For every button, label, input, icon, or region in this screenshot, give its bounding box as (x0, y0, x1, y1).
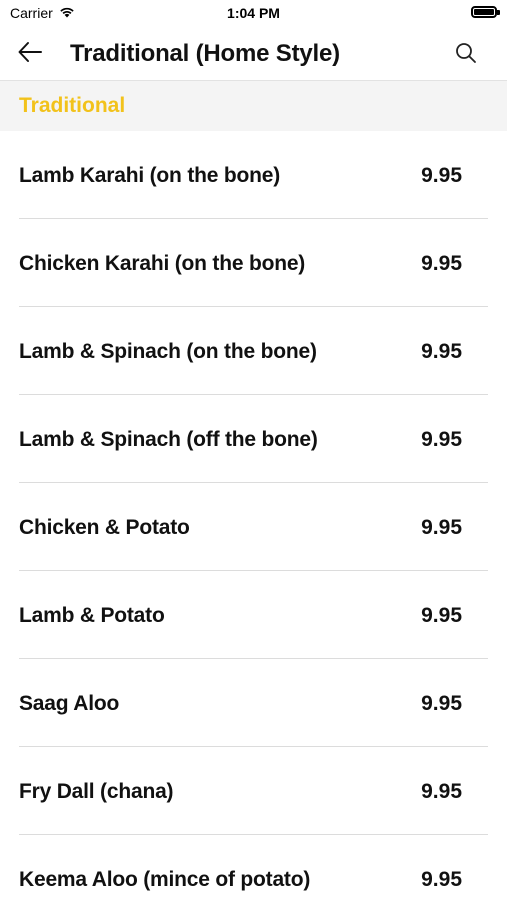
menu-list: Lamb Karahi (on the bone) 9.95 Chicken K… (0, 131, 507, 923)
menu-item-row[interactable]: Chicken Karahi (on the bone) 9.95 (19, 219, 488, 307)
menu-item-name: Lamb & Potato (19, 604, 165, 627)
menu-item-name: Chicken Karahi (on the bone) (19, 252, 306, 275)
menu-item-price: 9.95 (421, 516, 462, 539)
menu-item-name: Lamb Karahi (on the bone) (19, 164, 281, 187)
menu-item-name: Chicken & Potato (19, 516, 190, 539)
status-bar: Carrier 1:04 PM (0, 0, 507, 28)
menu-item-row[interactable]: Lamb & Spinach (on the bone) 9.95 (19, 307, 488, 395)
section-title: Traditional (19, 94, 126, 117)
menu-item-name: Saag Aloo (19, 692, 120, 715)
menu-item-price: 9.95 (421, 692, 462, 715)
back-button[interactable] (12, 38, 48, 70)
menu-item-row[interactable]: Saag Aloo 9.95 (19, 659, 488, 747)
battery-icon (471, 6, 500, 18)
menu-item-name: Fry Dall (chana) (19, 780, 174, 803)
navigation-bar: Traditional (Home Style) (0, 28, 507, 81)
page-title: Traditional (Home Style) (70, 40, 340, 67)
arrow-left-icon (17, 41, 43, 68)
menu-item-name: Lamb & Spinach (off the bone) (19, 428, 318, 451)
menu-item-row[interactable]: Fry Dall (chana) 9.95 (19, 747, 488, 835)
status-time: 1:04 PM (227, 5, 280, 21)
menu-item-row[interactable]: Chicken & Potato 9.95 (19, 483, 488, 571)
menu-item-price: 9.95 (421, 604, 462, 627)
section-header: Traditional (0, 81, 507, 131)
menu-item-price: 9.95 (421, 428, 462, 451)
menu-item-price: 9.95 (421, 164, 462, 187)
menu-item-name: Keema Aloo (mince of potato) (19, 868, 311, 891)
menu-item-price: 9.95 (421, 868, 462, 891)
menu-item-row[interactable]: Keema Aloo (mince of potato) 9.95 (19, 835, 488, 923)
menu-item-row[interactable]: Lamb & Spinach (off the bone) 9.95 (19, 395, 488, 483)
search-icon (455, 42, 477, 69)
menu-item-row[interactable]: Lamb Karahi (on the bone) 9.95 (19, 131, 488, 219)
menu-item-name: Lamb & Spinach (on the bone) (19, 340, 317, 363)
search-button[interactable] (451, 40, 481, 70)
menu-item-price: 9.95 (421, 780, 462, 803)
menu-item-price: 9.95 (421, 252, 462, 275)
menu-item-row[interactable]: Lamb & Potato 9.95 (19, 571, 488, 659)
menu-item-price: 9.95 (421, 340, 462, 363)
